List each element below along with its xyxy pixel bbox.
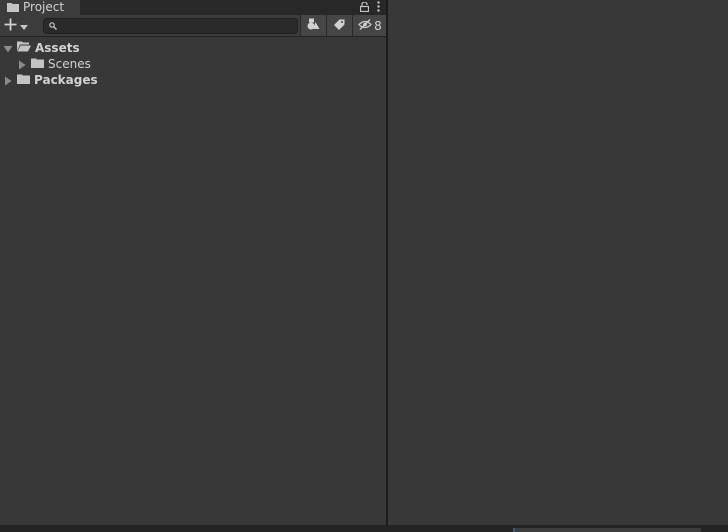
icon-size-slider[interactable]: [513, 528, 701, 532]
shapes-icon: [307, 18, 320, 33]
tab-title: Project: [23, 0, 65, 14]
tag-icon: [334, 19, 345, 33]
search-icon: [49, 19, 57, 33]
collapsed-arrow-icon[interactable]: [17, 59, 27, 70]
expanded-arrow-icon[interactable]: [3, 43, 13, 53]
asset-content-panel: [388, 0, 728, 525]
lock-icon[interactable]: [359, 0, 370, 15]
tree-item-label: Scenes: [48, 57, 91, 71]
search-field[interactable]: [43, 18, 298, 34]
tab-strip: Project: [0, 0, 386, 15]
folder-icon: [17, 73, 30, 87]
plus-icon: [4, 18, 17, 34]
unity-editor-window: Project 8 Assets Scenes Packages: [0, 0, 728, 532]
project-tree: Assets Scenes Packages: [0, 40, 386, 88]
search-by-type-button[interactable]: [300, 15, 326, 36]
folder-icon: [31, 57, 44, 71]
search-input[interactable]: [57, 20, 297, 32]
eye-slash-icon: [358, 18, 373, 33]
hidden-packages-toggle[interactable]: 8: [352, 15, 387, 36]
tree-item-assets[interactable]: Assets: [0, 40, 386, 56]
collapsed-arrow-icon[interactable]: [3, 75, 13, 86]
project-panel: Project 8 Assets Scenes Packages: [0, 0, 387, 525]
tree-item-scenes[interactable]: Scenes: [0, 56, 386, 72]
tree-item-label: Assets: [35, 41, 80, 55]
tab-project[interactable]: Project: [0, 0, 80, 15]
tab-controls: [359, 0, 380, 15]
chevron-down-icon: [20, 19, 28, 33]
create-button[interactable]: [4, 17, 34, 35]
search-by-label-button[interactable]: [326, 15, 352, 36]
folder-icon: [7, 1, 19, 15]
project-toolbar: 8: [0, 15, 387, 37]
folder-open-icon: [17, 41, 31, 55]
tree-item-label: Packages: [34, 73, 98, 87]
kebab-menu-icon[interactable]: [377, 0, 380, 15]
hidden-packages-count: 8: [374, 18, 382, 33]
tree-item-packages[interactable]: Packages: [0, 72, 386, 88]
